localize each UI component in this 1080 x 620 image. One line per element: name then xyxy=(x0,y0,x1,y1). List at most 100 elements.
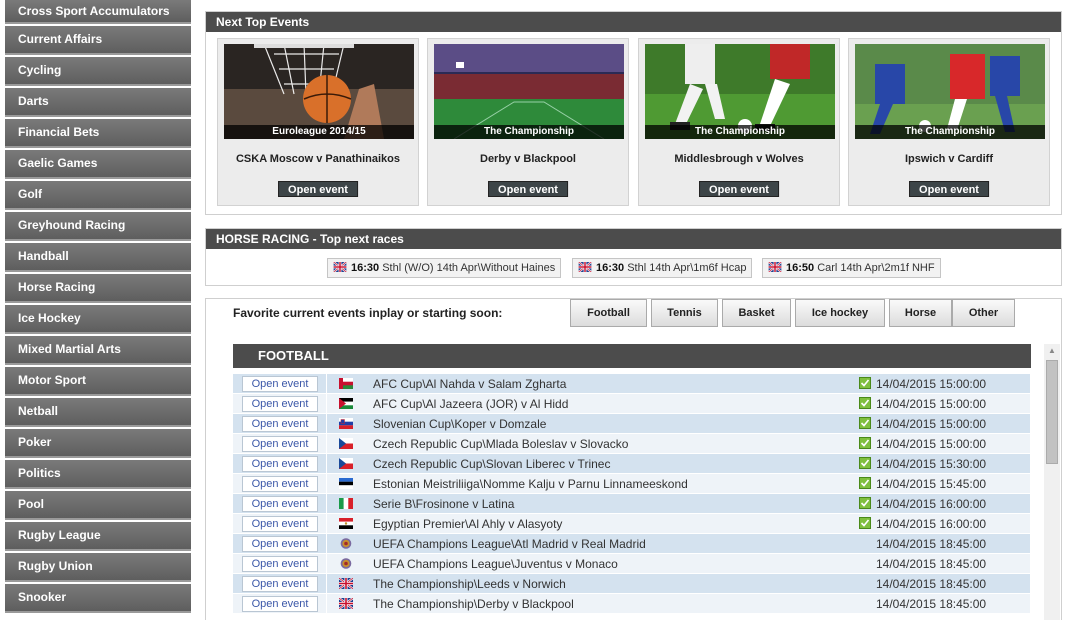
uk-flag-icon xyxy=(578,260,592,273)
column-divider xyxy=(326,594,327,614)
sidebar-item-horse-racing[interactable]: Horse Racing xyxy=(5,274,191,303)
event-start-time: 14/04/2015 15:00:00 xyxy=(876,437,987,451)
event-row: Open event Czech Republic Cup\Mlada Boles… xyxy=(233,434,1030,454)
sidebar-item-politics[interactable]: Politics xyxy=(5,460,191,489)
event-row: Open event Egyptian Premier\Al Ahly v Ala… xyxy=(233,514,1030,534)
event-title: Middlesbrough v Wolves xyxy=(674,153,804,165)
sidebar-item-gaelic-games[interactable]: Gaelic Games xyxy=(5,150,191,179)
sidebar-item-mixed-martial-arts[interactable]: Mixed Martial Arts xyxy=(5,336,191,365)
sidebar-item-darts[interactable]: Darts xyxy=(5,88,191,117)
event-row: Open event The Championship\Leeds v Norwi… xyxy=(233,574,1030,594)
czech-flag-icon xyxy=(339,438,353,449)
inplay-check-icon xyxy=(859,497,871,509)
open-event-link[interactable]: Open event xyxy=(242,416,318,432)
sidebar-item-netball[interactable]: Netball xyxy=(5,398,191,427)
race-description: Carl 14th Apr\2m1f NHF xyxy=(817,262,935,274)
sidebar-item-rugby-league[interactable]: Rugby League xyxy=(5,522,191,551)
events-scrollbar[interactable]: ▲ xyxy=(1044,344,1060,620)
sidebar-item-greyhound-racing[interactable]: Greyhound Racing xyxy=(5,212,191,241)
event-card: The Championship Ipswich v Cardiff Open ev… xyxy=(848,38,1050,206)
oman-flag-icon xyxy=(339,378,353,389)
sidebar-item-handball[interactable]: Handball xyxy=(5,243,191,272)
sidebar-item-rugby-union[interactable]: Rugby Union xyxy=(5,553,191,582)
tab-basket[interactable]: Basket xyxy=(722,299,791,327)
event-competition-caption: The Championship xyxy=(645,125,835,139)
open-event-link[interactable]: Open event xyxy=(242,376,318,392)
open-event-button[interactable]: Open event xyxy=(909,181,989,197)
sidebar-item-motor-sport[interactable]: Motor Sport xyxy=(5,367,191,396)
open-event-link[interactable]: Open event xyxy=(242,516,318,532)
sidebar-item-cross-sport-accumulators[interactable]: Cross Sport Accumulators xyxy=(5,0,191,24)
sidebar-item-pool[interactable]: Pool xyxy=(5,491,191,520)
event-name: AFC Cup\Al Jazeera (JOR) v Al Hidd xyxy=(373,397,569,411)
event-start-time: 14/04/2015 18:45:00 xyxy=(876,557,987,571)
tab-football[interactable]: Football xyxy=(570,299,647,327)
open-event-link[interactable]: Open event xyxy=(242,436,318,452)
event-start-time: 14/04/2015 15:00:00 xyxy=(876,377,987,391)
column-divider xyxy=(326,414,327,434)
open-event-button[interactable]: Open event xyxy=(699,181,779,197)
event-start-time: 14/04/2015 15:00:00 xyxy=(876,397,987,411)
favorite-events-label: Favorite current events inplay or starti… xyxy=(233,306,503,320)
race-link[interactable]: 16:50 Carl 14th Apr\2m1f NHF xyxy=(762,258,941,278)
event-name: UEFA Champions League\Atl Madrid v Real … xyxy=(373,537,646,551)
event-start-time: 14/04/2015 18:45:00 xyxy=(876,577,987,591)
event-row: Open event UEFA Champions League\Juventus… xyxy=(233,554,1030,574)
tab-horse[interactable]: Horse xyxy=(889,299,952,327)
event-row: Open event Czech Republic Cup\Slovan Libe… xyxy=(233,454,1030,474)
open-event-link[interactable]: Open event xyxy=(242,396,318,412)
open-event-link[interactable]: Open event xyxy=(242,496,318,512)
event-title: Derby v Blackpool xyxy=(480,153,576,165)
sidebar-item-poker[interactable]: Poker xyxy=(5,429,191,458)
open-event-link[interactable]: Open event xyxy=(242,556,318,572)
europe-globe-flag-icon xyxy=(339,558,353,569)
inplay-check-icon xyxy=(859,457,871,469)
scroll-up-arrow-icon[interactable]: ▲ xyxy=(1046,346,1058,356)
sports-sidebar: Cross Sport Accumulators Current Affairs C… xyxy=(5,0,191,620)
race-time: 16:30 xyxy=(596,262,625,274)
italy-flag-icon xyxy=(339,498,353,509)
horse-racing-panel: HORSE RACING - Top next races 16:30 Sthl… xyxy=(205,228,1062,286)
tab-other[interactable]: Other xyxy=(952,299,1015,327)
open-event-link[interactable]: Open event xyxy=(242,596,318,612)
uk-flag-icon xyxy=(333,260,347,273)
event-name: Slovenian Cup\Koper v Domzale xyxy=(373,417,547,431)
race-time: 16:50 xyxy=(786,262,815,274)
scroll-thumb[interactable] xyxy=(1046,360,1058,464)
open-event-button[interactable]: Open event xyxy=(488,181,568,197)
event-name: AFC Cup\Al Nahda v Salam Zgharta xyxy=(373,377,567,391)
event-row: Open event Serie B\Frosinone v Latina 14/0… xyxy=(233,494,1030,514)
sidebar-item-current-affairs[interactable]: Current Affairs xyxy=(5,26,191,55)
event-start-time: 14/04/2015 15:00:00 xyxy=(876,417,987,431)
open-event-link[interactable]: Open event xyxy=(242,536,318,552)
race-description: Sthl (W/O) 14th Apr\Without Haines xyxy=(382,262,556,274)
event-competition-caption: The Championship xyxy=(855,125,1045,139)
sidebar-item-financial-bets[interactable]: Financial Bets xyxy=(5,119,191,148)
column-divider xyxy=(326,574,327,594)
tab-tennis[interactable]: Tennis xyxy=(651,299,718,327)
estonia-flag-icon xyxy=(339,478,353,489)
stadium-photo: The Championship xyxy=(434,44,624,139)
open-event-button[interactable]: Open event xyxy=(278,181,358,197)
race-description: Sthl 14th Apr\1m6f Hcap xyxy=(627,262,747,274)
egypt-flag-icon xyxy=(339,518,353,529)
open-event-link[interactable]: Open event xyxy=(242,476,318,492)
column-divider xyxy=(326,454,327,474)
open-event-link[interactable]: Open event xyxy=(242,456,318,472)
event-card: The Championship Middlesbrough v Wolves Op… xyxy=(638,38,840,206)
event-card: Euroleague 2014/15 CSKA Moscow v Panathin… xyxy=(217,38,419,206)
open-event-link[interactable]: Open event xyxy=(242,576,318,592)
event-name: The Championship\Leeds v Norwich xyxy=(373,577,566,591)
race-link[interactable]: 16:30 Sthl (W/O) 14th Apr\Without Haines xyxy=(327,258,562,278)
sidebar-item-ice-hockey[interactable]: Ice Hockey xyxy=(5,305,191,334)
event-name: Serie B\Frosinone v Latina xyxy=(373,497,515,511)
inplay-check-icon xyxy=(859,417,871,429)
tab-ice-hockey[interactable]: Ice hockey xyxy=(795,299,885,327)
inplay-check-icon xyxy=(859,517,871,529)
sidebar-item-snooker[interactable]: Snooker xyxy=(5,584,191,613)
race-link[interactable]: 16:30 Sthl 14th Apr\1m6f Hcap xyxy=(572,258,753,278)
sidebar-item-golf[interactable]: Golf xyxy=(5,181,191,210)
sidebar-item-cycling[interactable]: Cycling xyxy=(5,57,191,86)
event-card: The Championship Derby v Blackpool Open ev… xyxy=(427,38,629,206)
event-competition-caption: The Championship xyxy=(434,125,624,139)
